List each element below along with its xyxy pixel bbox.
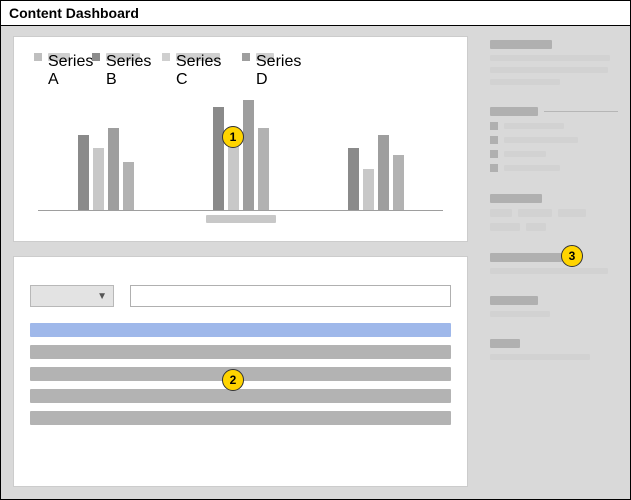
window-title: Content Dashboard [1,1,630,26]
side-kv[interactable] [490,164,618,172]
window: Content Dashboard Series A Series B [0,0,631,500]
bar[interactable] [213,107,224,210]
tag-pill[interactable] [558,209,586,217]
search-input[interactable] [130,285,451,307]
side-kv[interactable] [490,150,618,158]
bar[interactable] [363,169,374,210]
side-text [490,354,590,360]
bar[interactable] [93,148,104,210]
legend-item[interactable]: Series B [92,53,140,61]
side-heading [490,296,538,305]
divider [544,111,618,112]
side-kv[interactable] [490,122,618,130]
table-row[interactable] [30,411,451,425]
legend-item[interactable]: Series A [34,53,70,61]
side-block-footer [490,339,618,360]
side-text [504,151,546,157]
x-axis [38,210,443,211]
bar[interactable] [108,128,119,210]
legend-swatch-icon [242,53,250,61]
bar[interactable] [348,148,359,210]
side-text [490,55,610,61]
callout-marker-3: 3 [561,245,583,267]
side-block-note [490,253,618,274]
body: Series A Series B Series C Series D [1,26,630,499]
bar[interactable] [243,100,254,210]
legend-item[interactable]: Series D [242,53,274,61]
side-text [504,137,578,143]
side-text [490,79,560,85]
table-row[interactable] [30,345,451,359]
side-text [504,165,560,171]
bar[interactable] [378,135,389,210]
side-text [490,67,608,73]
tag-pill[interactable] [526,223,546,231]
legend-swatch-icon [162,53,170,61]
tag-pill[interactable] [518,209,552,217]
legend-label: Series B [106,53,140,61]
bar[interactable] [393,155,404,210]
legend-swatch-icon [34,53,42,61]
side-block-summary [490,40,618,85]
square-icon [490,136,498,144]
side-heading [490,40,552,49]
tag-pill[interactable] [490,223,520,231]
legend-label: Series A [48,53,70,61]
legend-item[interactable]: Series C [162,53,220,61]
bar[interactable] [258,128,269,210]
side-heading [490,107,538,116]
side-text [504,123,564,129]
table-row[interactable] [30,389,451,403]
legend-swatch-icon [92,53,100,61]
bar[interactable] [78,135,89,210]
sidebar [480,26,630,499]
bar-group [66,73,146,210]
callout-marker-2: 2 [222,369,244,391]
chart-area [38,73,443,233]
side-block-legend [490,107,618,172]
main-column: Series A Series B Series C Series D [1,26,480,499]
tag-pill[interactable] [490,209,512,217]
side-heading [490,253,562,262]
square-icon [490,150,498,158]
side-block-meta [490,296,618,317]
side-heading [490,194,542,203]
x-tick-labels [38,215,443,233]
callout-marker-1: 1 [222,126,244,148]
square-icon [490,164,498,172]
list-controls: ▼ [30,285,451,307]
bar[interactable] [123,162,134,210]
x-tick-label [206,215,276,223]
side-text [490,311,550,317]
bar-group [336,73,416,210]
chart-legend: Series A Series B Series C Series D [28,51,453,67]
filter-dropdown[interactable]: ▼ [30,285,114,307]
side-block-tags [490,194,618,231]
chevron-down-icon: ▼ [97,291,107,302]
side-text [490,268,608,274]
table-row[interactable] [30,323,451,337]
side-heading [490,339,520,348]
legend-label: Series C [176,53,220,61]
legend-label: Series D [256,53,274,61]
side-kv[interactable] [490,136,618,144]
square-icon [490,122,498,130]
